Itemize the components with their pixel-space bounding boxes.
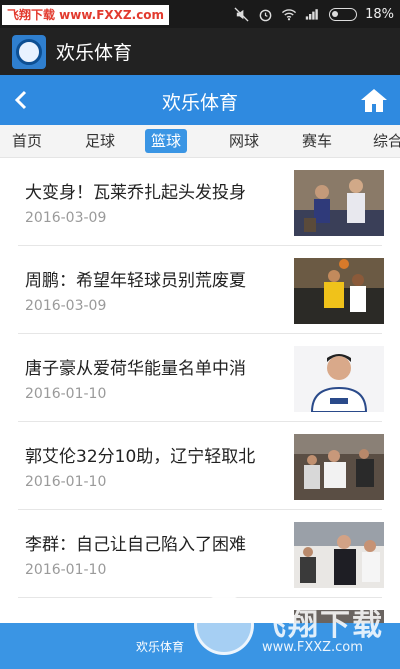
news-date: 2016-03-09 — [25, 210, 107, 226]
news-title: 大变身！瓦莱乔扎起头发投身 — [25, 183, 246, 203]
wifi-icon — [281, 6, 297, 22]
news-item[interactable]: 郭艾伦32分10助，辽宁轻取北 2016-01-10 — [0, 422, 400, 510]
tab-basketball[interactable]: 篮球 — [145, 129, 188, 153]
watermark-url: www.FXXZ.com — [262, 640, 363, 655]
watermark-logo-icon — [194, 595, 254, 655]
mute-icon — [233, 6, 249, 22]
tab-general[interactable]: 综合 — [373, 129, 400, 153]
news-list: 大变身！瓦莱乔扎起头发投身 2016-03-09 周鹏：希望年轻球员别荒废夏 2… — [0, 158, 400, 623]
news-date: 2016-01-10 — [25, 562, 107, 578]
news-title: 周鹏：希望年轻球员别荒废夏 — [25, 271, 246, 291]
news-item[interactable]: 周鹏：希望年轻球员别荒废夏 2016-03-09 — [0, 246, 400, 334]
news-title: 李群：自己让自己陷入了困难 — [25, 535, 246, 555]
alarm-icon — [257, 6, 273, 22]
news-item[interactable]: 大变身！瓦莱乔扎起头发投身 2016-03-09 — [0, 158, 400, 246]
news-item[interactable]: 李群：自己让自己陷入了困难 2016-01-10 — [0, 510, 400, 598]
news-date: 2016-03-09 — [25, 298, 107, 314]
news-date: 2016-01-10 — [25, 386, 107, 402]
home-button[interactable] — [358, 84, 390, 116]
news-title: 唐子豪从爱荷华能量名单中消 — [25, 359, 246, 379]
battery-percent: 18% — [365, 6, 394, 22]
news-thumbnail — [294, 522, 384, 588]
page-title: 欢乐体育 — [161, 92, 238, 114]
news-item[interactable]: 唐子豪从爱荷华能量名单中消 2016-01-10 — [0, 334, 400, 422]
watermark-label: 飞翔下载 www.FXXZ.com — [2, 5, 170, 25]
news-title: 郭艾伦32分10助，辽宁轻取北 — [25, 447, 256, 467]
signal-icon — [305, 6, 321, 22]
tab-home[interactable]: 首页 — [12, 129, 42, 153]
battery-icon — [329, 7, 358, 21]
soccer-ball-icon — [12, 34, 46, 69]
status-icons: 18% — [233, 4, 394, 24]
tab-tennis[interactable]: 网球 — [229, 129, 259, 153]
news-thumbnail — [294, 258, 384, 324]
news-thumbnail — [294, 170, 384, 236]
category-tabs: 首页 足球 篮球 网球 赛车 综合 — [0, 125, 400, 158]
news-thumbnail — [294, 346, 384, 412]
home-icon — [361, 89, 387, 112]
app-title-bar: 欢乐体育 — [0, 28, 400, 75]
app-title: 欢乐体育 — [56, 42, 133, 64]
news-thumbnail — [294, 434, 384, 500]
news-date: 2016-01-10 — [25, 474, 107, 490]
tab-football[interactable]: 足球 — [85, 129, 115, 153]
status-bar: 飞翔下载 www.FXXZ.com 18% — [0, 0, 400, 28]
tab-racing[interactable]: 赛车 — [302, 129, 332, 153]
footer-label: 欢乐体育 — [136, 640, 185, 654]
nav-bar: 欢乐体育 — [0, 75, 400, 125]
watermark-brand: 飞翔下载 — [256, 608, 384, 643]
